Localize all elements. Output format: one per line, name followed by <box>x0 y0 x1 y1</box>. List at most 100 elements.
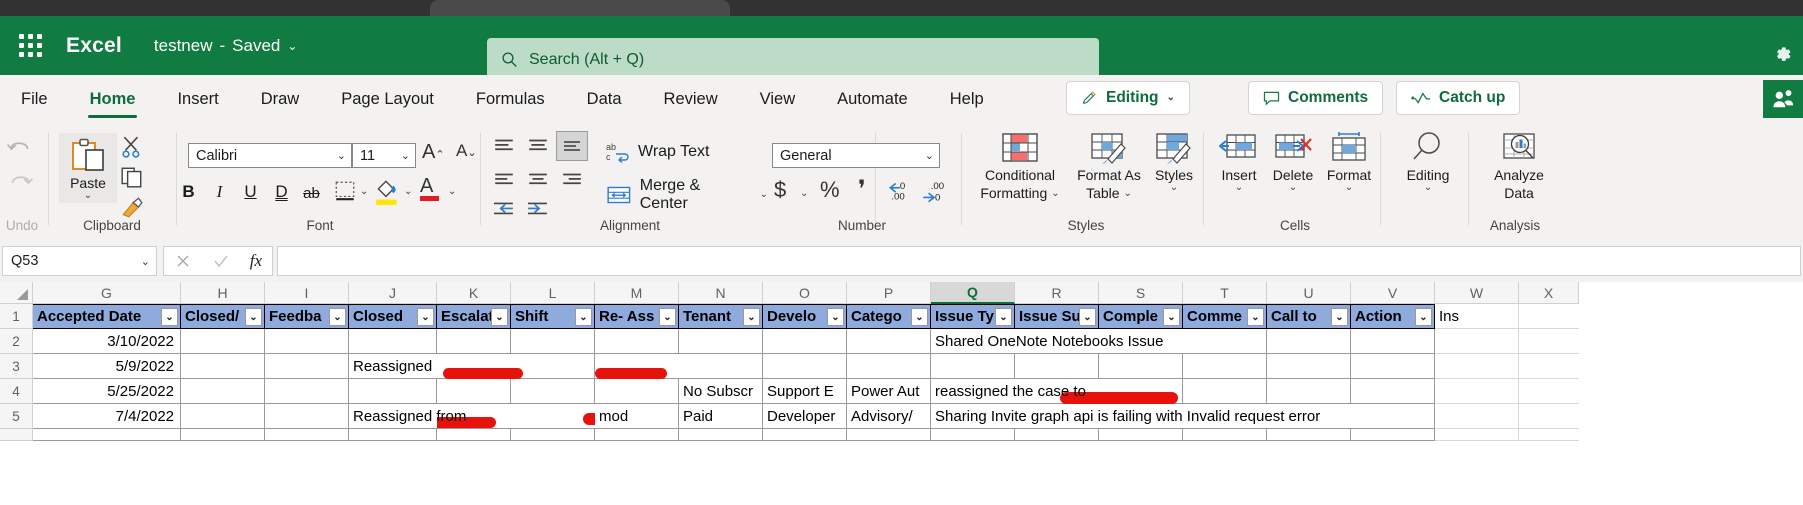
align-middle-button[interactable] <box>524 135 552 162</box>
italic-button[interactable]: I <box>207 179 232 204</box>
chevron-down-icon[interactable]: ⌄ <box>1424 183 1432 193</box>
grid-cell-X6[interactable] <box>1519 429 1579 441</box>
align-left-button[interactable] <box>490 169 518 196</box>
table-header-cell[interactable]: Catego ⌄ <box>847 304 931 329</box>
tab-data[interactable]: Data <box>566 75 643 123</box>
column-header-K[interactable]: K <box>437 282 511 304</box>
grid-cell-M6[interactable] <box>595 429 679 441</box>
chevron-down-icon[interactable]: ⌄ <box>1167 93 1175 103</box>
grid-cell-P4[interactable]: Power Aut <box>847 379 931 404</box>
insert-cells-button[interactable]: Insert ⌄ <box>1212 131 1266 193</box>
table-header-cell[interactable]: Closed ⌄ <box>349 304 437 329</box>
comma-format-button[interactable]: ❜ <box>858 175 866 204</box>
strikethrough-button[interactable]: ab <box>299 181 324 206</box>
column-header-G[interactable]: G <box>33 282 181 304</box>
grid-cell-P6[interactable] <box>847 429 931 441</box>
grid-cell-G3[interactable]: 5/9/2022 <box>33 354 181 379</box>
column-header-T[interactable]: T <box>1183 282 1267 304</box>
grid-cell-O2[interactable] <box>763 329 847 354</box>
tab-formulas[interactable]: Formulas <box>455 75 566 123</box>
grid-cell-O3[interactable] <box>763 354 847 379</box>
grid-cell-J6[interactable] <box>349 429 437 441</box>
grid-cell-G6[interactable] <box>33 429 181 441</box>
chevron-down-icon[interactable]: ⌄ <box>1124 188 1132 199</box>
borders-button[interactable] <box>333 179 357 208</box>
chevron-down-icon[interactable]: ⌄ <box>401 149 410 162</box>
filter-dropdown-icon[interactable]: ⌄ <box>1331 308 1348 326</box>
tab-review[interactable]: Review <box>643 75 739 123</box>
grid-cell-W6[interactable] <box>1435 429 1519 441</box>
filter-dropdown-icon[interactable]: ⌄ <box>245 308 262 326</box>
grid-cell-T3[interactable] <box>1183 354 1267 379</box>
chevron-down-icon[interactable]: ⌄ <box>1051 188 1059 199</box>
font-name-select[interactable]: Calibri ⌄ <box>188 143 352 168</box>
grid-cell-W3[interactable] <box>1435 354 1519 379</box>
table-header-overflow-cell[interactable]: Ins <box>1435 304 1519 329</box>
name-box[interactable]: Q53 ⌄ <box>2 246 157 276</box>
comments-button[interactable]: Comments <box>1248 81 1384 115</box>
grid-cell-N6[interactable] <box>679 429 763 441</box>
cell-styles-button[interactable]: Styles ⌄ <box>1146 131 1202 193</box>
table-header-cell[interactable]: Issue Su ⌄ <box>1015 304 1099 329</box>
grid-cell-S6[interactable] <box>1099 429 1183 441</box>
filter-dropdown-icon[interactable]: ⌄ <box>575 308 592 326</box>
chevron-down-icon[interactable]: ⌄ <box>1170 183 1178 193</box>
grid-cell-I4[interactable] <box>265 379 349 404</box>
chevron-down-icon[interactable]: ⌄ <box>925 149 934 162</box>
grid-cell-G2[interactable]: 3/10/2022 <box>33 329 181 354</box>
grid-cell-N3[interactable] <box>679 354 763 379</box>
table-header-cell[interactable]: Accepted Date ⌄ <box>33 304 181 329</box>
grid-cell-J2[interactable] <box>349 329 437 354</box>
filter-dropdown-icon[interactable]: ⌄ <box>659 308 676 326</box>
grid-cell-G5[interactable]: 7/4/2022 <box>33 404 181 429</box>
table-header-cell[interactable]: Feedba ⌄ <box>265 304 349 329</box>
grid-cell-V2[interactable] <box>1351 329 1435 354</box>
grid-cell-T2[interactable] <box>1183 329 1267 354</box>
filter-dropdown-icon[interactable]: ⌄ <box>417 308 434 326</box>
bold-button[interactable]: B <box>176 179 201 204</box>
catch-up-button[interactable]: Catch up <box>1396 81 1521 115</box>
table-header-cell[interactable]: Tenant ⌄ <box>679 304 763 329</box>
formula-input[interactable] <box>277 246 1801 276</box>
grid-cell-M4[interactable] <box>595 379 679 404</box>
grid-cell-H5[interactable] <box>181 404 265 429</box>
filter-dropdown-icon[interactable]: ⌄ <box>743 308 760 326</box>
grid-cell-P3[interactable] <box>847 354 931 379</box>
cancel-x-icon[interactable] <box>174 252 192 270</box>
app-name[interactable]: Excel <box>66 34 122 58</box>
column-header-H[interactable]: H <box>181 282 265 304</box>
grid-cell-X3[interactable] <box>1519 354 1579 379</box>
chevron-down-icon[interactable]: ⌄ <box>448 187 456 197</box>
grid-cell[interactable] <box>1519 304 1579 329</box>
font-size-select[interactable]: 11 ⌄ <box>352 143 416 168</box>
filter-dropdown-icon[interactable]: ⌄ <box>161 308 178 326</box>
chevron-down-icon[interactable]: ⌄ <box>287 39 297 53</box>
grid-cell-H4[interactable] <box>181 379 265 404</box>
table-header-cell[interactable]: Escalat ⌄ <box>437 304 511 329</box>
tab-page-layout[interactable]: Page Layout <box>320 75 455 123</box>
filter-dropdown-icon[interactable]: ⌄ <box>1247 308 1264 326</box>
cut-button[interactable] <box>120 135 144 164</box>
column-header-O[interactable]: O <box>763 282 847 304</box>
grid-cell-U2[interactable] <box>1267 329 1351 354</box>
align-bottom-button[interactable] <box>556 131 588 161</box>
grid-cell-J5[interactable]: Reassigned from <box>349 404 466 429</box>
filter-dropdown-icon[interactable]: ⌄ <box>1079 308 1096 326</box>
editing-tools-button[interactable]: Editing ⌄ <box>1390 131 1466 193</box>
share-people-button[interactable] <box>1763 80 1803 118</box>
tab-insert[interactable]: Insert <box>156 75 239 123</box>
column-header-N[interactable]: N <box>679 282 763 304</box>
analyze-data-button[interactable]: Analyze Data <box>1478 131 1560 201</box>
tab-home[interactable]: Home <box>69 75 157 123</box>
grid-cell-M5[interactable]: mod <box>595 404 679 429</box>
currency-format-button[interactable]: $ <box>774 177 786 203</box>
table-header-cell[interactable]: Comple ⌄ <box>1099 304 1183 329</box>
grid-cell-O5[interactable]: Developer <box>763 404 847 429</box>
grid-cell-X4[interactable] <box>1519 379 1579 404</box>
number-format-select[interactable]: General ⌄ <box>772 143 940 168</box>
double-underline-button[interactable]: D <box>269 179 294 204</box>
grid-cell-Q2[interactable]: Shared OneNote Notebooks Issue <box>931 329 1163 354</box>
grid-cell-N5[interactable]: Paid <box>679 404 763 429</box>
grid-cell-X5[interactable] <box>1519 404 1579 429</box>
tab-file[interactable]: File <box>0 75 69 123</box>
